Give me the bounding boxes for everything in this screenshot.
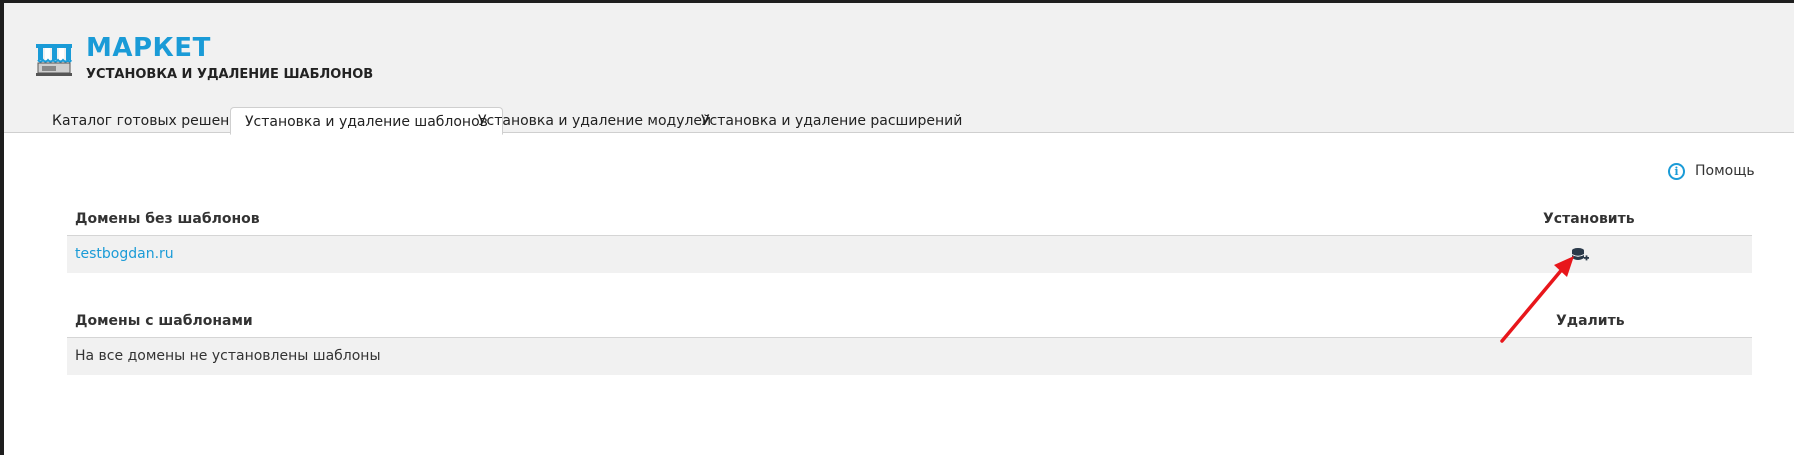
- help-label: Помощь: [1695, 163, 1755, 179]
- annotation-arrow-icon: [1500, 256, 1574, 343]
- table-header: Домены без шаблонов Установить: [67, 201, 1752, 236]
- help-link[interactable]: i Помощь: [1668, 161, 1755, 181]
- domain-link[interactable]: testbogdan.ru: [75, 246, 174, 262]
- page-header: МАРКЕТ УСТАНОВКА И УДАЛЕНИЕ ШАБЛОНОВ Кат…: [4, 3, 1794, 135]
- tab-extensions[interactable]: Установка и удаление расширений: [701, 107, 962, 134]
- tab-catalog[interactable]: Каталог готовых решений: [52, 107, 248, 134]
- column-header-install: Установить: [1543, 211, 1635, 227]
- tab-modules[interactable]: Установка и удаление модулей: [478, 107, 711, 134]
- page-subtitle: УСТАНОВКА И УДАЛЕНИЕ ШАБЛОНОВ: [86, 67, 374, 82]
- empty-message: На все домены не установлены шаблоны: [75, 348, 381, 364]
- market-store-icon: [36, 44, 72, 76]
- column-header-domains: Домены с шаблонами: [75, 313, 253, 329]
- tab-templates[interactable]: Установка и удаление шаблонов: [230, 107, 503, 135]
- info-icon: i: [1668, 162, 1685, 180]
- page-title: МАРКЕТ: [86, 33, 211, 63]
- app-window: МАРКЕТ УСТАНОВКА И УДАЛЕНИЕ ШАБЛОНОВ Кат…: [4, 3, 1794, 455]
- column-header-domains: Домены без шаблонов: [75, 211, 260, 227]
